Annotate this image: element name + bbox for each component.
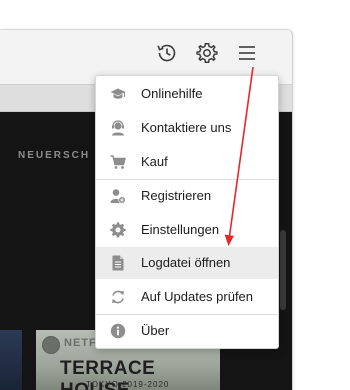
menu-item-registrieren[interactable]: Registrieren	[96, 180, 278, 212]
menu-item-kontakt[interactable]: Kontaktiere uns	[96, 112, 278, 144]
history-icon[interactable]	[153, 39, 181, 67]
dropdown-menu: Onlinehilfe Kontaktiere uns Kauf Registr…	[95, 75, 279, 349]
menu-item-label: Einstellungen	[141, 222, 220, 237]
menu-item-onlinehilfe[interactable]: Onlinehilfe	[96, 78, 278, 110]
add-user-icon	[110, 188, 126, 204]
refresh-icon	[110, 289, 126, 305]
scrollbar[interactable]	[280, 230, 286, 310]
menu-item-label: Logdatei öffnen	[141, 255, 231, 270]
hamburger-menu-icon[interactable]	[233, 39, 261, 67]
menu-item-ueber[interactable]: Über	[96, 315, 278, 347]
menu-item-label: Onlinehilfe	[141, 86, 203, 101]
menu-item-kauf[interactable]: Kauf	[96, 146, 278, 178]
document-icon	[110, 255, 126, 271]
thumbnail-left[interactable]	[0, 330, 22, 390]
info-icon	[110, 323, 126, 339]
thumbnail-brand: NETF	[64, 337, 97, 349]
menu-item-logdatei[interactable]: Logdatei öffnen	[96, 247, 278, 279]
gear-icon	[110, 222, 126, 238]
shopping-cart-icon	[110, 154, 126, 170]
netflix-badge-icon	[42, 336, 60, 354]
thumbnail-subtitle: TOKYO 2019-2020	[86, 380, 170, 389]
menu-item-label: Registrieren	[141, 188, 212, 203]
graduation-cap-icon	[110, 86, 126, 102]
menu-item-label: Kontaktiere uns	[141, 120, 232, 135]
support-agent-icon	[110, 120, 126, 136]
gear-icon[interactable]	[193, 39, 221, 67]
section-heading: NEUERSCH	[18, 150, 91, 161]
menu-item-einstellungen[interactable]: Einstellungen	[96, 214, 278, 246]
menu-item-label: Über	[141, 323, 170, 338]
menu-item-updates[interactable]: Auf Updates prüfen	[96, 281, 278, 313]
menu-item-label: Kauf	[141, 154, 168, 169]
menu-item-label: Auf Updates prüfen	[141, 289, 254, 304]
